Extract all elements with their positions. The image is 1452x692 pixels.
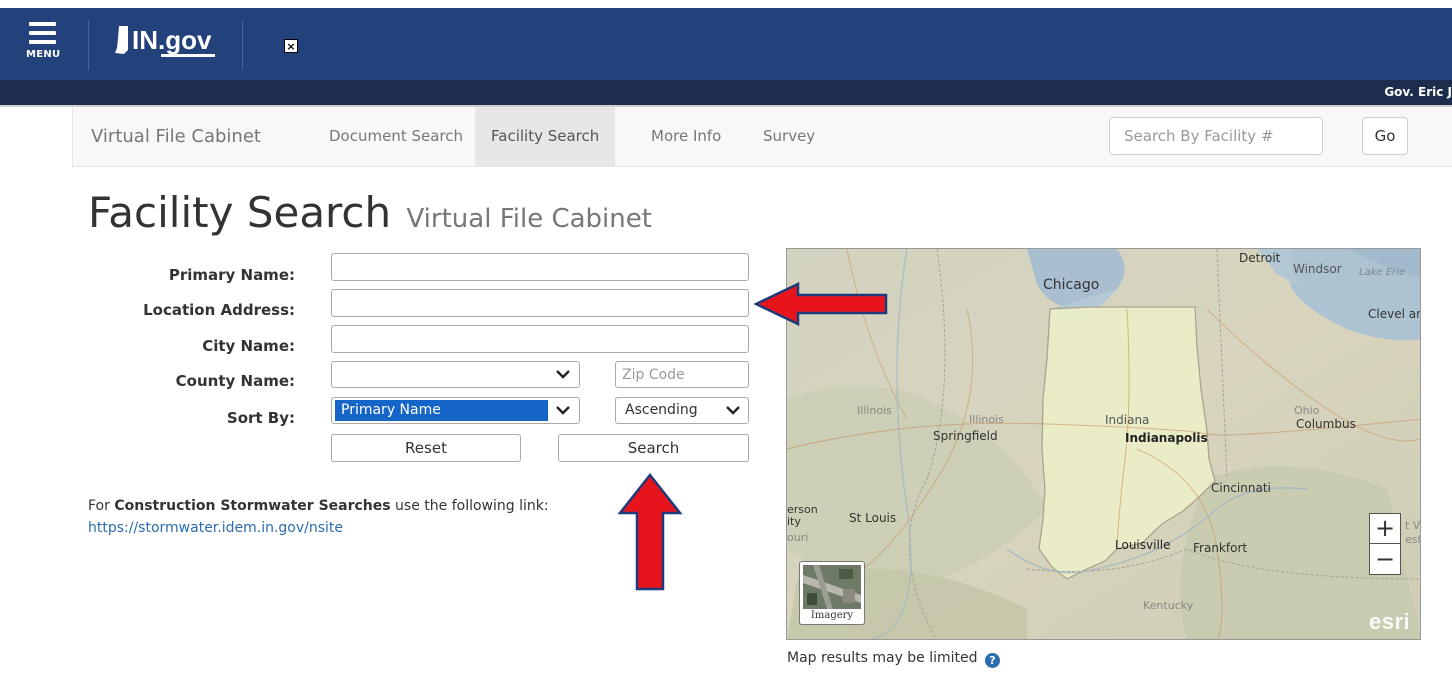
chevron-down-icon [726,406,740,415]
map-label-cincinnati: Cincinnati [1211,481,1271,495]
header-divider [242,20,243,70]
map-label-springfield: Springfield [933,429,998,443]
go-button[interactable]: Go [1362,117,1408,155]
hamburger-icon-bar [29,40,56,44]
broken-image-icon: × [284,39,298,53]
imagery-basemap-toggle[interactable]: Imagery [799,561,865,625]
annotation-arrow-up [617,473,683,591]
nav-more-info[interactable]: More Info [635,107,737,166]
map-label-lake-erie: Lake Erie [1359,267,1406,278]
location-address-label: Location Address: [143,301,295,319]
stormwater-note: For Construction Stormwater Searches use… [88,494,549,518]
satellite-thumbnail-icon [803,565,861,609]
sort-order-select-value: Ascending [625,402,698,418]
hamburger-icon [29,22,56,26]
zip-code-input[interactable]: Zip Code [615,361,749,388]
esri-logo: esri [1369,609,1411,634]
county-select-value [335,364,347,385]
map-label-louisville: Louisville [1115,538,1171,552]
location-address-input[interactable] [331,289,749,317]
navbar-brand[interactable]: Virtual File Cabinet [91,126,261,147]
note-prefix: For [88,498,115,514]
map-label-detroit: Detroit [1239,251,1281,265]
map-label-indianapolis: Indianapolis [1125,431,1208,445]
map-label-illinois: Illinois [857,404,892,417]
map-label-city: ity [787,515,801,528]
map-label-ohio: Ohio [1294,404,1320,417]
map-label-kentucky: Kentucky [1143,599,1194,612]
county-select[interactable] [331,361,580,388]
nav-document-search[interactable]: Document Search [313,107,479,166]
map-note: Map results may be limited ? [787,650,1000,668]
primary-name-label: Primary Name: [168,266,295,284]
map-label-indiana: Indiana [1105,413,1150,427]
header-divider [88,20,89,70]
nav-facility-search[interactable]: Facility Search [475,107,616,166]
sort-order-select[interactable]: Ascending [615,397,749,424]
map-label-windsor: Windsor [1293,262,1342,276]
map-label-illinois-2: Illinois [969,413,1004,426]
zoom-out-button[interactable]: − [1370,545,1400,575]
facility-number-search-input[interactable]: Search By Facility # [1109,117,1323,155]
zoom-control: + − [1369,513,1401,575]
map-label-chicago: Chicago [1043,277,1100,293]
chevron-down-icon [556,370,570,379]
map-label-st-louis: St Louis [849,511,897,525]
map-note-text: Map results may be limited [787,650,978,666]
indiana-state-icon [115,26,128,54]
page-title: Facility Search Virtual File Cabinet [88,188,652,237]
site-header: MENU IN.gov × [0,8,1452,80]
page-subtitle: Virtual File Cabinet [406,204,652,234]
map-label-edge-1: t V [1405,519,1421,532]
note-bold: Construction Stormwater Searches [114,498,391,514]
sort-by-select[interactable]: Primary Name [331,397,580,424]
map-label-frankfort: Frankfort [1193,541,1248,555]
governor-link[interactable]: Gov. Eric J [1384,85,1452,99]
map-label-columbus: Columbus [1296,417,1356,431]
search-button[interactable]: Search [558,434,749,462]
primary-name-input[interactable] [331,253,749,281]
help-icon[interactable]: ? [985,653,1000,668]
sort-by-select-value: Primary Name [335,400,548,421]
page-title-text: Facility Search [88,188,392,237]
annotation-arrow-left [754,282,888,326]
city-name-label: City Name: [202,337,295,355]
zoom-in-button[interactable]: + [1370,514,1400,544]
note-suffix: use the following link: [390,498,549,514]
county-name-label: County Name: [175,372,295,390]
imagery-label: Imagery [810,610,854,621]
logo-underline [161,54,215,57]
imagery-thumbnail [803,565,861,609]
sort-by-label: Sort By: [226,409,295,427]
reset-button[interactable]: Reset [331,434,521,462]
menu-label: MENU [26,49,61,60]
map-label-cleveland: Clevel and [1368,307,1420,321]
logo-text: IN.gov [132,25,212,55]
hamburger-icon-bar [29,31,56,35]
city-name-input[interactable] [331,325,749,353]
app-navbar: Virtual File Cabinet Document Search Fac… [72,107,1452,167]
menu-button[interactable]: MENU [26,22,62,72]
stormwater-link[interactable]: https://stormwater.idem.in.gov/nsite [88,516,343,540]
chevron-down-icon [556,406,570,415]
nav-survey[interactable]: Survey [747,107,831,166]
governor-bar: Gov. Eric J [0,80,1452,105]
map-label-edge-2: est [1405,533,1421,546]
map-label-missouri: ouri [787,531,809,544]
